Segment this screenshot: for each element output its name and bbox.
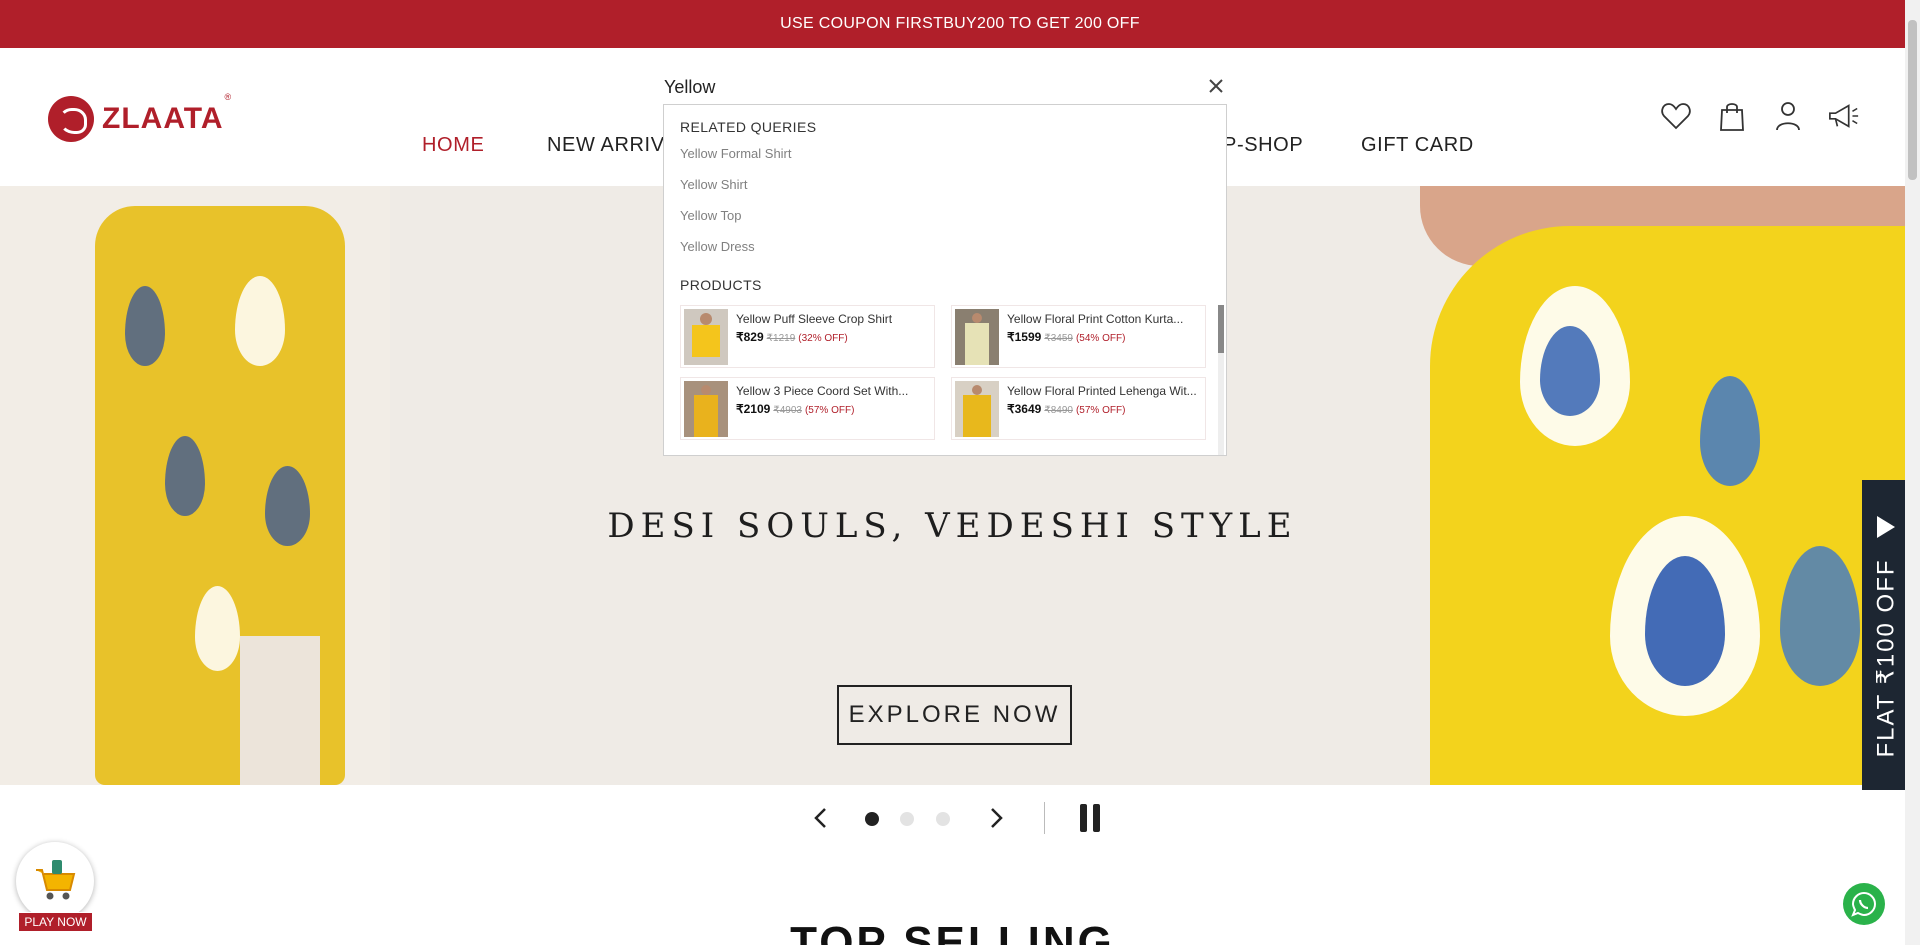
price-discount: (32% OFF) — [798, 333, 848, 344]
play-now-button[interactable]: PLAY NOW — [18, 912, 93, 932]
carousel-dot-2[interactable] — [900, 812, 914, 826]
product-suggestion-card[interactable]: Yellow Floral Printed Lehenga Wit... ₹36… — [951, 377, 1206, 440]
carousel-dot-3[interactable] — [936, 812, 950, 826]
product-name: Yellow Floral Printed Lehenga Wit... — [1007, 384, 1197, 398]
chevron-left-icon[interactable] — [806, 804, 834, 832]
carousel-controls — [0, 796, 1905, 840]
product-name: Yellow Puff Sleeve Crop Shirt — [736, 312, 893, 326]
controls-divider — [1044, 802, 1045, 834]
bag-icon[interactable] — [1716, 100, 1748, 132]
nav-item-home[interactable]: HOME — [422, 134, 484, 157]
whatsapp-icon[interactable] — [1843, 883, 1885, 925]
products-heading: PRODUCTS — [680, 277, 762, 293]
price-current: ₹3649 — [1007, 402, 1042, 416]
page-scrollbar-thumb[interactable] — [1908, 20, 1917, 180]
search-suggestions-dropdown: RELATED QUERIES Yellow Formal Shirt Yell… — [663, 104, 1227, 456]
promo-text: USE COUPON FIRSTBUY200 TO GET 200 OFF — [780, 15, 1140, 32]
user-icon[interactable] — [1772, 100, 1804, 132]
section-title: TOP SELLING — [790, 918, 1115, 945]
price-original: ₹1219 — [766, 333, 796, 344]
product-thumbnail — [684, 381, 728, 437]
chevron-right-icon[interactable] — [983, 804, 1011, 832]
close-icon[interactable] — [1204, 74, 1228, 98]
page-scrollbar[interactable] — [1905, 0, 1920, 945]
heart-icon[interactable] — [1660, 100, 1692, 132]
product-name: Yellow Floral Print Cotton Kurta... — [1007, 312, 1184, 326]
header-actions — [1660, 100, 1860, 132]
suggestion-query[interactable]: Yellow Top — [680, 208, 741, 223]
search-input[interactable] — [662, 72, 1227, 102]
suggestion-query[interactable]: Yellow Formal Shirt — [680, 146, 792, 161]
price-discount: (54% OFF) — [1075, 333, 1126, 344]
product-price: ₹2109 ₹4903 (57% OFF) — [736, 402, 854, 416]
flat-discount-text: FLAT ₹100 OFF — [1872, 558, 1900, 758]
product-price: ₹3649 ₹8490 (57% OFF) — [1007, 402, 1125, 416]
related-queries-heading: RELATED QUERIES — [680, 119, 817, 135]
play-icon — [1877, 516, 1895, 538]
game-badge[interactable] — [16, 842, 94, 920]
product-name: Yellow 3 Piece Coord Set With... — [736, 384, 909, 398]
price-discount: (57% OFF) — [1075, 405, 1126, 416]
price-current: ₹2109 — [736, 402, 771, 416]
suggestion-query[interactable]: Yellow Dress — [680, 239, 755, 254]
shopping-cart-icon — [36, 860, 76, 900]
suggestion-query[interactable]: Yellow Shirt — [680, 177, 747, 192]
product-suggestion-card[interactable]: Yellow 3 Piece Coord Set With... ₹2109 ₹4… — [680, 377, 935, 440]
price-original: ₹8490 — [1044, 405, 1073, 416]
nav-item-shop[interactable]: P-SHOP — [1223, 134, 1303, 157]
dropdown-scrollbar-thumb[interactable] — [1218, 305, 1224, 353]
megaphone-icon[interactable] — [1828, 100, 1860, 132]
price-discount: (57% OFF) — [804, 405, 855, 416]
nav-item-new-arrivals[interactable]: NEW ARRIV — [547, 134, 665, 157]
product-suggestion-card[interactable]: Yellow Floral Print Cotton Kurta... ₹159… — [951, 305, 1206, 368]
registered-mark: ® — [224, 92, 232, 102]
nav-item-gift-card[interactable]: GIFT CARD — [1361, 134, 1474, 157]
explore-now-button[interactable]: EXPLORE NOW — [837, 685, 1072, 745]
product-thumbnail — [955, 381, 999, 437]
price-original: ₹3459 — [1044, 333, 1073, 344]
product-price: ₹829 ₹1219 (32% OFF) — [736, 330, 848, 344]
product-price: ₹1599 ₹3459 (54% OFF) — [1007, 330, 1125, 344]
brand-name: ZLAATA — [102, 102, 224, 135]
pause-icon[interactable] — [1080, 804, 1102, 832]
product-thumbnail — [684, 309, 728, 365]
flat-discount-tab[interactable]: FLAT ₹100 OFF — [1862, 480, 1910, 790]
dropdown-scrollbar[interactable] — [1218, 305, 1224, 455]
product-suggestion-card[interactable]: Yellow Puff Sleeve Crop Shirt ₹829 ₹1219(… — [680, 305, 935, 368]
hero-title: DESI SOULS, VEDESHI STYLE — [607, 506, 1298, 546]
price-current: ₹1599 — [1007, 330, 1042, 344]
product-thumbnail — [955, 309, 999, 365]
price-current: ₹829 — [736, 330, 764, 344]
hero-pants — [240, 636, 320, 785]
promo-banner: USE COUPON FIRSTBUY200 TO GET 200 OFF — [0, 0, 1920, 48]
price-original: ₹4903 — [773, 405, 802, 416]
carousel-dot-1[interactable] — [865, 812, 879, 826]
